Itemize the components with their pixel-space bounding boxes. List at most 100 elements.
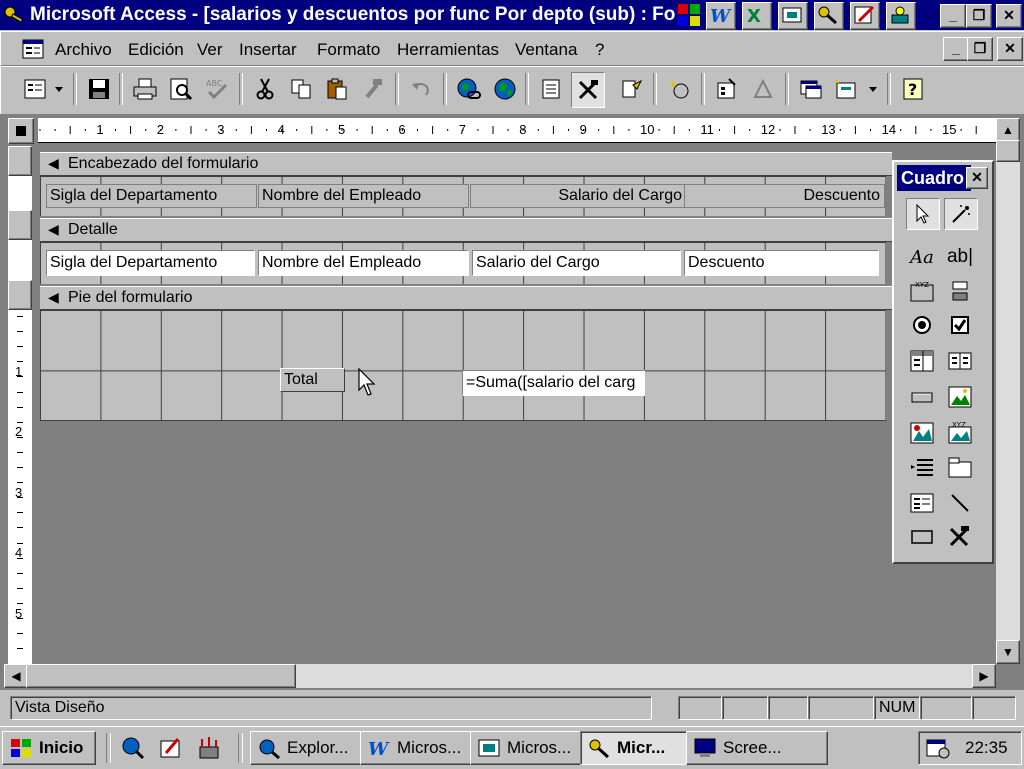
minimize-button[interactable]: _ <box>940 4 966 28</box>
autoformat-button[interactable] <box>615 72 647 106</box>
paste-button[interactable] <box>321 72 353 106</box>
tool-option-button[interactable] <box>906 310 938 340</box>
menu-insertar[interactable]: Insertar <box>239 40 297 60</box>
word-icon[interactable]: W <box>706 2 736 30</box>
form-document-icon[interactable] <box>21 38 45 60</box>
menu-archivo[interactable]: Archivo <box>55 40 112 60</box>
tool-toggle-button[interactable] <box>944 276 976 306</box>
doc-close-button[interactable]: ✕ <box>997 37 1023 61</box>
task-screen[interactable]: Scree... <box>686 731 828 765</box>
horizontal-scrollbar[interactable]: ◀ ▶ <box>4 664 996 688</box>
tool-label[interactable]: Aa <box>906 242 938 272</box>
tool-page-break[interactable] <box>906 452 938 482</box>
database-window-button[interactable] <box>795 72 827 106</box>
header-label-nombre[interactable]: Nombre del Empleado <box>258 184 469 208</box>
doc-restore-button[interactable]: ❐ <box>967 37 993 61</box>
menu-ver[interactable]: Ver <box>197 40 223 60</box>
scroll-down-button[interactable]: ▼ <box>996 640 1020 664</box>
spelling-button[interactable]: ABC <box>201 72 233 106</box>
menu-formato[interactable]: Formato <box>317 40 380 60</box>
insert-hyperlink-button[interactable] <box>453 72 485 106</box>
header-section-body[interactable]: Sigla del Departamento Nombre del Emplea… <box>40 176 886 216</box>
maximize-button[interactable]: ❐ <box>966 4 992 28</box>
cut-button[interactable] <box>249 72 281 106</box>
clock[interactable]: 22:35 <box>965 738 1008 758</box>
build-button[interactable] <box>663 72 695 106</box>
toolbox-close-button[interactable]: ✕ <box>966 167 988 189</box>
horizontal-scroll-thumb[interactable] <box>26 664 296 688</box>
section-footer-bar[interactable]: ◀ Pie del formulario <box>40 286 892 310</box>
explorer-quicklaunch-icon[interactable] <box>120 735 146 761</box>
start-button[interactable]: Inicio <box>2 731 96 765</box>
tool-combo-box[interactable] <box>906 346 938 376</box>
vertical-ruler[interactable]: 12345 <box>8 146 32 666</box>
access-icon[interactable] <box>814 2 844 30</box>
menu-ventana[interactable]: Ventana <box>515 40 577 60</box>
tool-list-box[interactable] <box>944 346 976 376</box>
detail-field-salario[interactable]: Salario del Cargo <box>472 250 681 276</box>
channels-quicklaunch-icon[interactable] <box>196 735 222 761</box>
view-dropdown-button[interactable] <box>21 72 67 106</box>
tool-bound-object-frame[interactable]: XYZ <box>944 418 976 448</box>
tool-control-wizards[interactable] <box>944 198 978 230</box>
excel-icon[interactable]: X <box>742 2 772 30</box>
section-header-bar[interactable]: ◀ Encabezado del formulario <box>40 152 892 176</box>
footer-section-body[interactable]: Total =Suma([salario del carg <box>40 310 886 421</box>
tool-more-controls[interactable] <box>944 522 976 552</box>
scroll-left-button[interactable]: ◀ <box>4 664 28 688</box>
scroll-right-button[interactable]: ▶ <box>972 664 996 688</box>
vertical-scrollbar[interactable]: ▲ ▼ <box>996 118 1020 664</box>
field-list-button[interactable] <box>535 72 567 106</box>
menu-herramientas[interactable]: Herramientas <box>397 40 499 60</box>
tool-text-box[interactable]: ab| <box>944 242 976 272</box>
properties-button[interactable] <box>711 72 743 106</box>
toolbox-toggle-button[interactable] <box>571 72 605 108</box>
footer-sum-field[interactable]: =Suma([salario del carg <box>462 370 645 396</box>
horizontal-ruler[interactable]: 1 2 3 4 5 6 7 8 9 10 11 12 13 14 15 <box>38 118 996 143</box>
toolbox-window[interactable]: Cuadro ✕ Aa ab| XYZ XYZ <box>892 160 994 564</box>
vertical-scroll-thumb[interactable] <box>996 140 1020 162</box>
help-button[interactable]: ? <box>897 72 929 106</box>
detail-field-nombre[interactable]: Nombre del Empleado <box>258 250 469 276</box>
header-label-salario[interactable]: Salario del Cargo <box>470 184 687 208</box>
form-selector-box[interactable] <box>8 118 34 144</box>
tool-unbound-object-frame[interactable] <box>906 418 938 448</box>
tool-select-pointer[interactable] <box>906 198 940 230</box>
section-detail-bar[interactable]: ◀ Detalle <box>40 218 892 242</box>
tool-command-button[interactable] <box>906 382 938 412</box>
tool-image[interactable] <box>944 382 976 412</box>
print-button[interactable] <box>129 72 161 106</box>
close-button[interactable]: ✕ <box>996 4 1022 28</box>
footer-total-label[interactable]: Total <box>280 368 345 392</box>
doc-minimize-button[interactable]: _ <box>943 37 969 61</box>
detail-field-sigla[interactable]: Sigla del Departamento <box>46 250 255 276</box>
title-bar[interactable]: Microsoft Access - [salarios y descuento… <box>0 0 1024 30</box>
detail-section-body[interactable]: Sigla del Departamento Nombre del Emplea… <box>40 242 886 284</box>
tool-subform[interactable] <box>906 488 938 518</box>
menu-edicion[interactable]: Edición <box>128 40 184 60</box>
print-preview-button[interactable] <box>165 72 197 106</box>
office-logo-icon[interactable] <box>676 2 704 28</box>
save-button[interactable] <box>83 72 115 106</box>
scheduler-calendar-icon[interactable] <box>925 736 951 760</box>
outlook-quicklaunch-icon[interactable] <box>158 735 184 761</box>
build-expression-button[interactable] <box>747 72 779 106</box>
tool-rectangle[interactable] <box>906 522 938 552</box>
pencil-icon[interactable] <box>850 2 880 30</box>
new-object-button[interactable] <box>831 72 883 106</box>
detail-field-descuento[interactable]: Descuento <box>684 250 879 276</box>
powerpoint-icon[interactable] <box>778 2 808 30</box>
menu-help[interactable]: ? <box>595 40 604 60</box>
tool-option-group[interactable]: XYZ <box>906 276 938 306</box>
header-label-descuento[interactable]: Descuento <box>684 184 885 208</box>
tool-line[interactable] <box>944 488 976 518</box>
copy-button[interactable] <box>285 72 317 106</box>
tool-check-box[interactable] <box>944 310 976 340</box>
tool-tab-control[interactable] <box>944 452 976 482</box>
undo-button[interactable] <box>405 72 437 106</box>
web-toolbar-button[interactable] <box>489 72 521 106</box>
header-label-sigla[interactable]: Sigla del Departamento <box>46 184 257 208</box>
office-tools-icon[interactable] <box>886 2 916 30</box>
scroll-up-button[interactable]: ▲ <box>996 118 1020 142</box>
format-painter-button[interactable] <box>357 72 389 106</box>
